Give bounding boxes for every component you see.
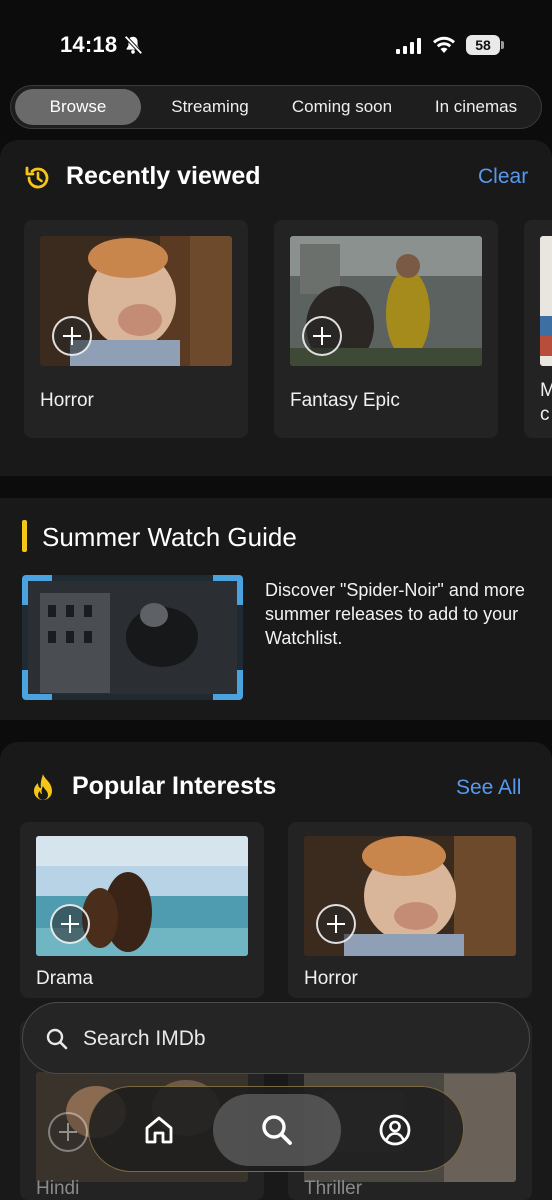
poster-partial [540,236,552,366]
battery-level: 58 [466,35,500,55]
card-label: Horror [40,390,94,411]
card-label-line1: M [540,380,552,401]
recent-card-partial[interactable]: M c [524,220,552,438]
wifi-icon [433,36,455,53]
flame-icon [34,774,52,800]
recent-card-horror[interactable]: Horror [24,220,248,438]
tab-streaming[interactable]: Streaming [151,89,269,125]
nav-profile[interactable] [339,1094,451,1166]
search-icon [46,1028,68,1050]
card-label: Horror [304,968,358,989]
tab-browse[interactable]: Browse [15,89,141,125]
user-icon [379,1114,411,1146]
status-bar: 14:18 58 [0,0,552,84]
recent-card-fantasy-epic[interactable]: Fantasy Epic [274,220,498,438]
recently-viewed-title: Recently viewed [66,162,261,190]
add-to-watchlist-button[interactable] [302,316,342,356]
add-to-watchlist-button[interactable] [50,904,90,944]
bell-slash-icon [124,35,143,55]
nav-home[interactable] [103,1094,215,1166]
spider-noir-banner[interactable] [22,575,243,700]
card-label: Thriller [304,1178,363,1199]
section-accent-bar [22,520,27,552]
clear-button[interactable]: Clear [478,165,528,189]
interest-card-drama[interactable]: Drama [20,822,264,998]
bottom-navigation [88,1086,464,1172]
status-time: 14:18 [60,32,118,57]
summer-watch-guide-title: Summer Watch Guide [42,522,297,552]
card-label: Drama [36,968,94,989]
add-to-watchlist-button[interactable] [48,1112,88,1152]
history-icon [25,166,49,189]
add-to-watchlist-button[interactable] [316,904,356,944]
see-all-button[interactable]: See All [456,776,521,800]
add-to-watchlist-button[interactable] [52,316,92,356]
tab-coming-soon[interactable]: Coming soon [279,89,405,125]
card-label: Fantasy Epic [290,390,400,411]
tab-in-cinemas[interactable]: In cinemas [415,89,537,125]
summer-watch-guide-text: Discover "Spider-Noir" and more summer r… [265,580,525,648]
search-icon [262,1115,292,1145]
signal-icon [396,38,421,54]
card-label: Hindi [36,1178,80,1199]
search-placeholder: Search IMDb [83,1027,206,1050]
interest-card-horror[interactable]: Horror [288,822,532,998]
nav-search[interactable] [213,1094,341,1166]
browse-tabs: Browse Streaming Coming soon In cinemas [10,85,542,129]
popular-interests-title: Popular Interests [72,772,277,800]
card-label-line2: c [540,404,550,425]
search-input[interactable]: Search IMDb [22,1002,530,1074]
battery-indicator: 58 [466,35,504,55]
battery-tip [501,41,504,49]
home-icon [145,1116,173,1144]
